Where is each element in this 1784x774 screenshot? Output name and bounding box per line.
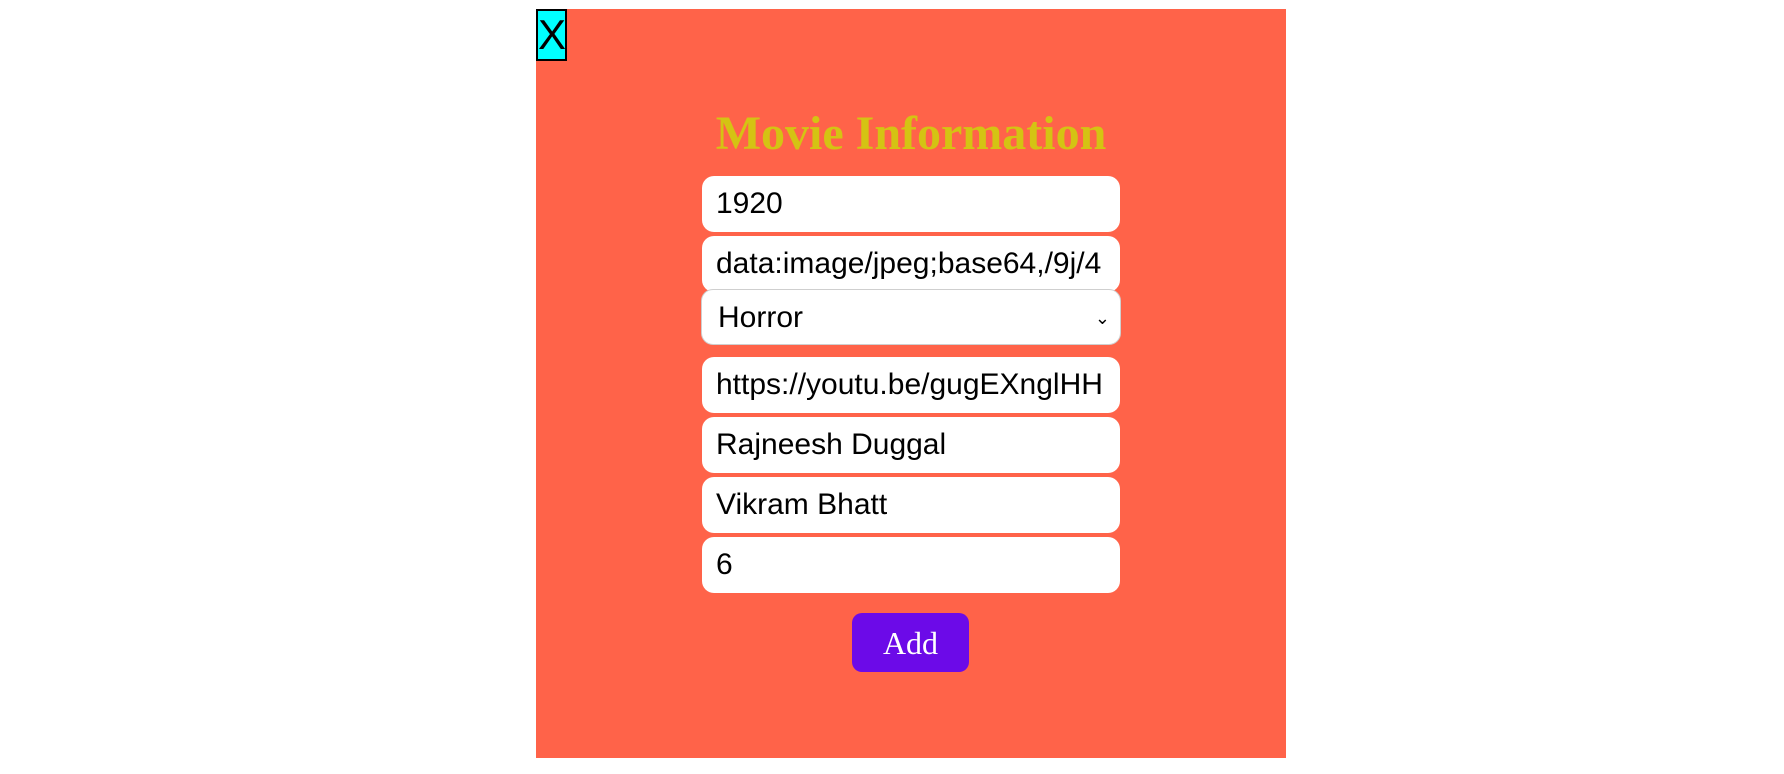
genre-selected-value: Horror <box>718 301 804 334</box>
genre-select[interactable]: Horror ⌄ <box>701 289 1121 345</box>
add-button[interactable]: Add <box>852 613 969 672</box>
form-title: Movie Information <box>715 107 1107 160</box>
image-url-input[interactable]: data:image/jpeg;base64,/9j/4 <box>702 236 1120 292</box>
actor-input[interactable]: Rajneesh Duggal <box>702 417 1120 473</box>
trailer-url-input[interactable]: https://youtu.be/gugEXnglHH <box>702 357 1120 413</box>
movie-form-modal: X Movie Information 1920 data:image/jpeg… <box>536 9 1286 758</box>
chevron-down-icon: ⌄ <box>1094 308 1110 328</box>
rating-input[interactable]: 6 <box>702 537 1120 593</box>
director-input[interactable]: Vikram Bhatt <box>702 477 1120 533</box>
year-input[interactable]: 1920 <box>702 176 1120 232</box>
close-button[interactable]: X <box>536 9 567 61</box>
